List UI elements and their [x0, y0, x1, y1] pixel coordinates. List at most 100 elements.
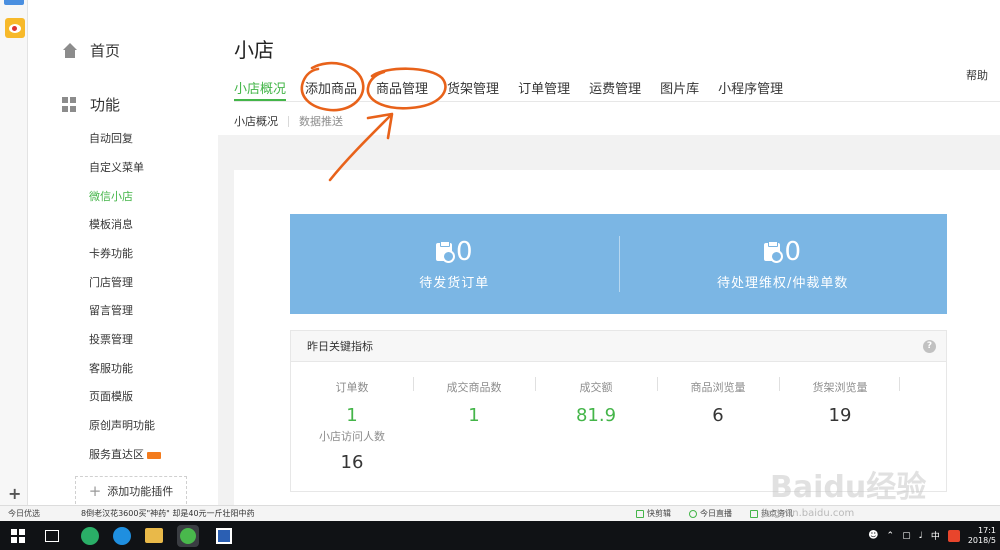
clipboard-shield-icon — [764, 240, 784, 263]
subtab-bar: 小店概况 数据推送 — [234, 113, 343, 129]
system-clock[interactable]: 17:1 2018/5 — [968, 526, 996, 546]
status-news-ticker[interactable]: 8倒老汉花3600买"神药" 却是40元一斤壮阳中药 — [75, 508, 255, 519]
sidebar-item-auto-reply[interactable]: 自动回复 — [89, 130, 133, 146]
sidebar-item-store-management[interactable]: 门店管理 — [89, 274, 133, 290]
key-metrics-title: 昨日关键指标 — [307, 340, 373, 353]
metric-store-visitors: 小店访问人数 16 — [291, 428, 413, 473]
metric-value: 81.9 — [575, 405, 617, 426]
help-question-icon[interactable]: ? — [923, 339, 936, 353]
baidu-watermark: Baidu经验 — [770, 470, 927, 505]
tab-shipping-management[interactable]: 运费管理 — [589, 78, 641, 101]
add-plugin-label: 添加功能插件 — [107, 484, 174, 498]
live-today-button[interactable]: 今日直播 — [689, 508, 732, 519]
watermark-url: jingyan.baidu.com — [762, 508, 855, 519]
metric-value: 1 — [468, 405, 480, 426]
task-view-icon[interactable] — [45, 529, 59, 542]
grid-icon — [62, 96, 78, 113]
status-news-text: 8倒老汉花3600买"神药" 却是40元一斤壮阳中药 — [81, 509, 255, 518]
tab-store-overview[interactable]: 小店概况 — [234, 78, 287, 101]
metric-revenue: 成交额 81.9 — [535, 379, 657, 426]
tab-add-product[interactable]: 添加商品 — [305, 78, 357, 101]
play-icon — [689, 509, 697, 518]
metric-value: 6 — [712, 405, 724, 426]
status-today-picks-label: 今日优选 — [8, 509, 40, 518]
sidebar-item-custom-menu[interactable]: 自定义菜单 — [89, 159, 144, 175]
ime-indicator[interactable]: 中 — [931, 529, 940, 542]
home-icon — [62, 42, 78, 59]
sidebar-item-original-declaration[interactable]: 原创声明功能 — [89, 417, 155, 433]
subtab-divider — [288, 115, 289, 127]
metric-label: 商品浏览量 — [690, 381, 746, 394]
clock-date: 2018/5 — [967, 535, 996, 545]
people-icon[interactable]: ☻ — [868, 530, 878, 541]
pending-disputes-cell[interactable]: 0 待处理维权/仲裁单数 — [618, 214, 948, 314]
pending-orders-cell[interactable]: 0 待发货订单 — [290, 214, 619, 314]
clipboard-clock-icon — [435, 240, 455, 263]
metric-label: 货架浏览量 — [812, 381, 868, 394]
metric-product-views: 商品浏览量 6 — [657, 379, 779, 426]
plus-icon: + — [88, 481, 102, 500]
quick-edit-label: 快剪辑 — [647, 509, 671, 518]
tab-shelf-management[interactable]: 货架管理 — [447, 78, 499, 101]
tab-order-management[interactable]: 订单管理 — [518, 78, 570, 101]
sidebar-item-template-message[interactable]: 模板消息 — [89, 216, 133, 232]
sidebar-item-voting[interactable]: 投票管理 — [89, 331, 133, 347]
new-badge — [147, 451, 161, 459]
page-title: 小店 — [234, 38, 274, 62]
metric-value: 16 — [340, 452, 364, 473]
pending-disputes-label: 待处理维权/仲裁单数 — [717, 275, 849, 291]
pending-disputes-count: 0 — [784, 236, 802, 267]
volume-icon[interactable]: ♩ — [919, 531, 923, 541]
tray-expand-icon[interactable]: ⌃ — [887, 531, 895, 541]
pending-orders-label: 待发货订单 — [419, 275, 490, 291]
sidebar-section-function[interactable]: 功能 — [62, 94, 120, 115]
sidebar-item-page-template[interactable]: 页面模版 — [89, 388, 133, 404]
sidebar-item-service-direct[interactable]: 服务直达区 — [89, 446, 161, 462]
add-plugin-button[interactable]: + 添加功能插件 — [75, 476, 187, 504]
metric-label: 订单数 — [335, 381, 369, 394]
metric-divider — [899, 377, 900, 391]
key-metrics-header: 昨日关键指标 ? — [291, 331, 946, 362]
sidebar-item-wechat-store[interactable]: 微信小店 — [89, 188, 133, 204]
metric-value: 1 — [346, 405, 358, 426]
sidebar-item-customer-service[interactable]: 客服功能 — [89, 360, 133, 376]
browser-tab-indicator — [4, 0, 24, 5]
tab-image-library[interactable]: 图片库 — [660, 78, 699, 101]
status-today-picks[interactable]: 今日优选 — [0, 508, 75, 519]
subtab-data-push[interactable]: 数据推送 — [299, 113, 343, 129]
tab-product-management[interactable]: 商品管理 — [376, 78, 428, 101]
browser-taskbar-icon[interactable] — [177, 524, 199, 547]
metric-label: 小店访问人数 — [319, 430, 385, 443]
tab-bar: 小店概况 添加商品 商品管理 货架管理 订单管理 运费管理 图片库 小程序管理 — [234, 78, 1000, 102]
metric-items-sold: 成交商品数 1 — [413, 379, 535, 426]
file-explorer-icon[interactable] — [145, 528, 163, 543]
weibo-icon[interactable] — [5, 18, 25, 38]
metric-order-count: 订单数 1 — [291, 379, 413, 426]
add-icon[interactable]: + — [8, 484, 21, 503]
sidebar-item-coupons[interactable]: 卡券功能 — [89, 245, 133, 261]
windows-taskbar: ☻ ⌃ ▢ ♩ 中 17:1 2018/5 — [0, 521, 1000, 550]
live-today-label: 今日直播 — [700, 509, 732, 518]
sidebar-item-home[interactable]: 首页 — [62, 40, 120, 61]
word-icon[interactable] — [213, 525, 235, 547]
news-icon — [750, 509, 758, 518]
sidebar-item-comments[interactable]: 留言管理 — [89, 302, 133, 318]
windows-start-icon[interactable] — [11, 528, 25, 543]
wechat-icon[interactable] — [81, 526, 99, 545]
metric-label: 成交商品数 — [446, 381, 502, 394]
browser-side-strip: + — [0, 0, 28, 505]
metric-value: 19 — [828, 405, 852, 426]
sidebar-function-label: 功能 — [90, 96, 121, 114]
system-tray: ☻ ⌃ ▢ ♩ 中 17:1 2018/5 — [868, 526, 1000, 546]
quick-edit-button[interactable]: 快剪辑 — [636, 508, 671, 519]
pending-orders-count: 0 — [455, 236, 473, 267]
qq-icon[interactable] — [113, 526, 131, 545]
sidebar: 首页 功能 自动回复 自定义菜单 微信小店 模板消息 卡券功能 门店管理 留言管… — [28, 0, 218, 505]
sidebar-home-label: 首页 — [90, 42, 121, 60]
network-icon[interactable]: ▢ — [902, 531, 911, 541]
sogou-icon[interactable] — [947, 529, 960, 542]
tab-mini-program[interactable]: 小程序管理 — [718, 78, 783, 101]
subtab-store-overview[interactable]: 小店概况 — [234, 113, 278, 129]
metric-label: 成交额 — [579, 381, 613, 394]
scissors-icon — [636, 509, 644, 518]
